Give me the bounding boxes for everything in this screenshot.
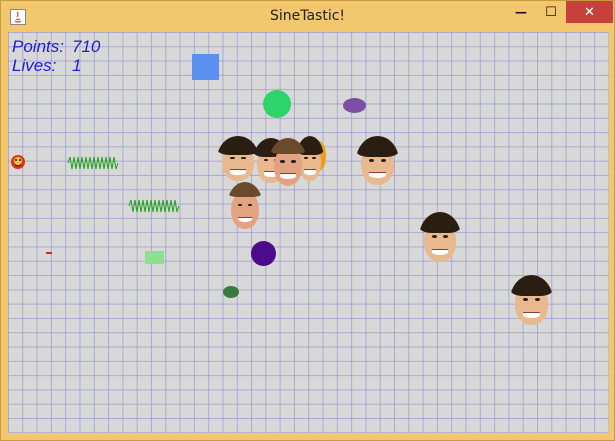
light-green-rect-item [145, 251, 164, 264]
face-enemy [510, 275, 553, 326]
title-bar[interactable]: SineTastic! — ☐ ✕ [1, 1, 614, 32]
face-enemy [269, 138, 307, 187]
points-value: 710 [72, 37, 101, 56]
purple-ellipse-item [343, 98, 366, 113]
sine-wave-enemy [67, 156, 119, 170]
face-enemy [356, 136, 399, 186]
lives-row: Lives: 1 [12, 56, 100, 75]
close-icon: ✕ [584, 4, 595, 20]
lives-label: Lives: [12, 56, 57, 75]
close-button[interactable]: ✕ [566, 1, 613, 23]
game-canvas[interactable]: Points: 710 Lives: 1 [8, 32, 609, 433]
player-sprite [11, 155, 25, 169]
dark-purple-circle-item [251, 241, 276, 266]
red-dash-projectile [46, 252, 52, 254]
minimize-icon: — [515, 5, 527, 19]
dark-green-ellipse-item [223, 286, 239, 298]
face-enemy [419, 212, 461, 263]
lives-value: 1 [72, 56, 82, 75]
face-enemy [227, 182, 263, 230]
minimize-button[interactable]: — [506, 1, 536, 23]
points-row: Points: 710 [12, 37, 100, 56]
hud: Points: 710 Lives: 1 [12, 37, 100, 75]
maximize-icon: ☐ [545, 4, 557, 20]
points-label: Points: [12, 37, 64, 56]
blue-square-item [192, 54, 219, 80]
sine-wave-enemy [128, 199, 180, 213]
game-window: SineTastic! — ☐ ✕ Points: 710 Lives: 1 [0, 0, 615, 441]
green-circle-item [263, 90, 291, 118]
maximize-button[interactable]: ☐ [536, 1, 566, 23]
